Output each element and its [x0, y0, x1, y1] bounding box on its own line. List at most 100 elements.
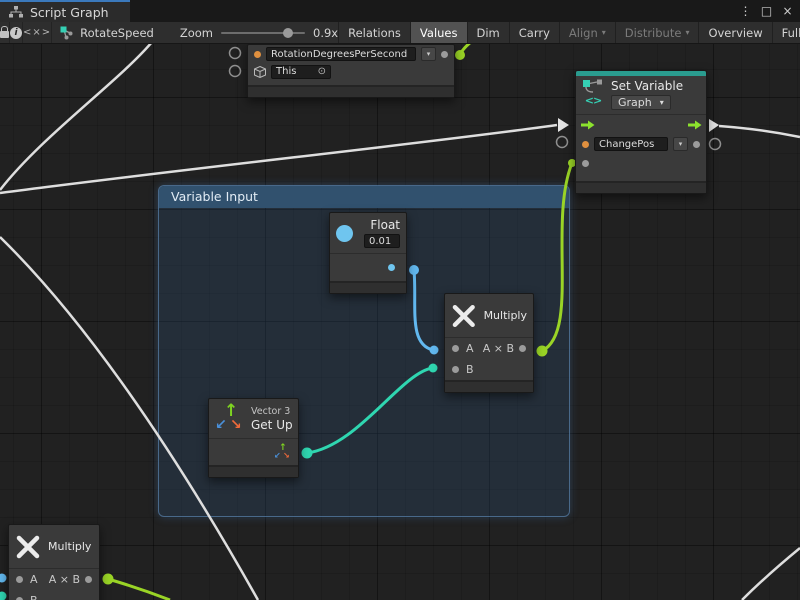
result-output-port[interactable] [519, 345, 526, 352]
variable-dropdown-button[interactable]: ▾ [421, 47, 436, 61]
toggle-values[interactable]: Values [410, 22, 467, 43]
variables-icon [582, 79, 604, 94]
node-footer [576, 181, 706, 193]
unconnected-port-circle[interactable] [230, 66, 241, 77]
green-connection-dot[interactable] [537, 346, 548, 357]
multiply-header: Multiply [445, 294, 533, 337]
wire-teal-getup-to-multiply[interactable] [307, 368, 432, 453]
input-b-label: B [466, 363, 474, 376]
button-full-screen[interactable]: Full Screen [772, 22, 800, 43]
green-connection-dot[interactable] [455, 50, 465, 60]
blue-connection-dot[interactable] [0, 574, 7, 583]
object-picker-icon[interactable]: ⊙ [318, 66, 326, 78]
toolbar-toggles: Relations Values Dim Carry Align▾ Distri… [338, 22, 800, 43]
input-a-label: A [30, 573, 38, 586]
graph-asset-icon [60, 26, 74, 40]
input-b-row: B [9, 590, 99, 600]
result-output-port[interactable] [85, 576, 92, 583]
blue-connection-dot[interactable] [409, 265, 419, 275]
input-a-port[interactable] [16, 576, 23, 583]
vector3-icon: ↑ ↙ ↘ [214, 403, 246, 435]
input-b-port[interactable] [452, 366, 459, 373]
script-graph-window: Script Graph ⋮ □ × i <×> RotateSpeed Zoo… [0, 0, 800, 600]
teal-connection-dot[interactable] [302, 448, 313, 459]
menu-align[interactable]: Align▾ [559, 22, 615, 43]
window-controls: ⋮ □ × [737, 0, 796, 22]
variable-name-row: RotationDegreesPerSecond ▾ [248, 45, 454, 63]
unconnected-port-circle[interactable] [557, 137, 568, 148]
variable-dropdown-button[interactable]: ▾ [673, 137, 688, 151]
down-right-arrow-icon: ↘ [283, 452, 290, 460]
info-button[interactable]: i [10, 22, 23, 43]
input-a-port[interactable] [452, 345, 459, 352]
code-preview-button[interactable]: <×> [23, 22, 52, 43]
toggle-carry[interactable]: Carry [509, 22, 559, 43]
wire-white-bottom-right[interactable] [742, 548, 800, 600]
multiply-body: A A × B B [9, 568, 99, 600]
wire-blue-float-to-multiply[interactable] [414, 270, 433, 350]
flow-input-arrow-icon[interactable] [580, 120, 595, 130]
blue-connection-dot[interactable] [430, 346, 439, 355]
unconnected-port-circle[interactable] [710, 139, 721, 150]
node-footer [445, 380, 533, 392]
node-multiply-bottom[interactable]: Multiply A A × B B [8, 524, 100, 600]
menu-distribute[interactable]: Distribute▾ [615, 22, 699, 43]
output-label: A × B [483, 342, 514, 355]
graph-canvas[interactable]: Variable Input [0, 44, 800, 600]
wire-white-top-left[interactable] [0, 44, 152, 190]
teal-connection-dot[interactable] [0, 592, 7, 600]
node-vector3-get-up[interactable]: ↑ ↙ ↘ Vector 3 Get Up ↑ ↙ ↘ [208, 398, 299, 478]
output-row: ↑ ↙ ↘ [209, 438, 298, 465]
float-value-field[interactable]: 0.01 [364, 234, 400, 248]
tab-script-graph[interactable]: Script Graph [0, 0, 130, 22]
get-up-header: ↑ ↙ ↘ Vector 3 Get Up [209, 399, 298, 438]
wire-white-into-set-variable[interactable] [0, 125, 557, 193]
multiply-x-icon [451, 303, 477, 329]
object-port[interactable] [254, 51, 261, 58]
flow-in-arrowhead[interactable] [558, 118, 569, 132]
float-output-port[interactable] [388, 264, 395, 271]
maximize-icon[interactable]: □ [758, 2, 775, 20]
toggle-dim[interactable]: Dim [467, 22, 509, 43]
node-set-variable[interactable]: <> Set Variable Graph ▾ [575, 70, 707, 194]
unconnected-port-circle[interactable] [230, 48, 241, 59]
teal-connection-dot[interactable] [429, 364, 438, 373]
close-icon[interactable]: × [779, 2, 796, 20]
variable-name-field[interactable]: ChangePos [594, 137, 668, 151]
menu-dots-icon[interactable]: ⋮ [737, 2, 754, 20]
header-main: Set Variable Graph ▾ [611, 79, 683, 110]
output-row [330, 253, 406, 281]
target-row: This ⊙ [248, 63, 454, 81]
wire-green-multiply-bottom-output[interactable] [108, 579, 170, 600]
node-get-variable[interactable]: RotationDegreesPerSecond ▾ This ⊙ [247, 44, 455, 98]
header-main: Float 0.01 [364, 218, 400, 248]
node-title: Set Variable [611, 79, 683, 93]
down-left-arrow-icon: ↙ [215, 418, 227, 432]
green-connection-dot[interactable] [103, 574, 114, 585]
breadcrumb-graph[interactable]: RotateSpeed [52, 22, 164, 43]
value-output-port[interactable] [441, 51, 448, 58]
target-field[interactable]: This ⊙ [271, 65, 331, 79]
zoom-slider-handle[interactable] [283, 28, 293, 38]
chevron-down-icon: ▾ [602, 28, 606, 37]
variable-name-field[interactable]: RotationDegreesPerSecond [266, 47, 416, 61]
flow-out-arrowhead[interactable] [709, 119, 719, 132]
lock-button[interactable] [0, 22, 10, 43]
zoom-slider[interactable] [221, 32, 305, 34]
value-input-port[interactable] [582, 160, 589, 167]
wire-green-multiply-to-set-variable[interactable] [542, 163, 572, 351]
toggle-relations[interactable]: Relations [338, 22, 410, 43]
flow-output-arrow-icon[interactable] [687, 120, 702, 130]
vector3-output-port[interactable]: ↑ ↙ ↘ [274, 444, 291, 461]
value-output-port[interactable] [693, 141, 700, 148]
zoom-control: Zoom 0.9x [180, 26, 338, 40]
variable-port[interactable] [582, 141, 589, 148]
input-b-row: B [445, 359, 533, 380]
scope-dropdown[interactable]: Graph ▾ [611, 95, 671, 110]
wire-white-from-set-variable[interactable] [719, 126, 800, 137]
button-overview[interactable]: Overview [698, 22, 771, 43]
node-footer [209, 465, 298, 477]
input-b-label: B [30, 594, 38, 600]
node-multiply[interactable]: Multiply A A × B B [444, 293, 534, 393]
node-float-literal[interactable]: Float 0.01 [329, 212, 407, 294]
